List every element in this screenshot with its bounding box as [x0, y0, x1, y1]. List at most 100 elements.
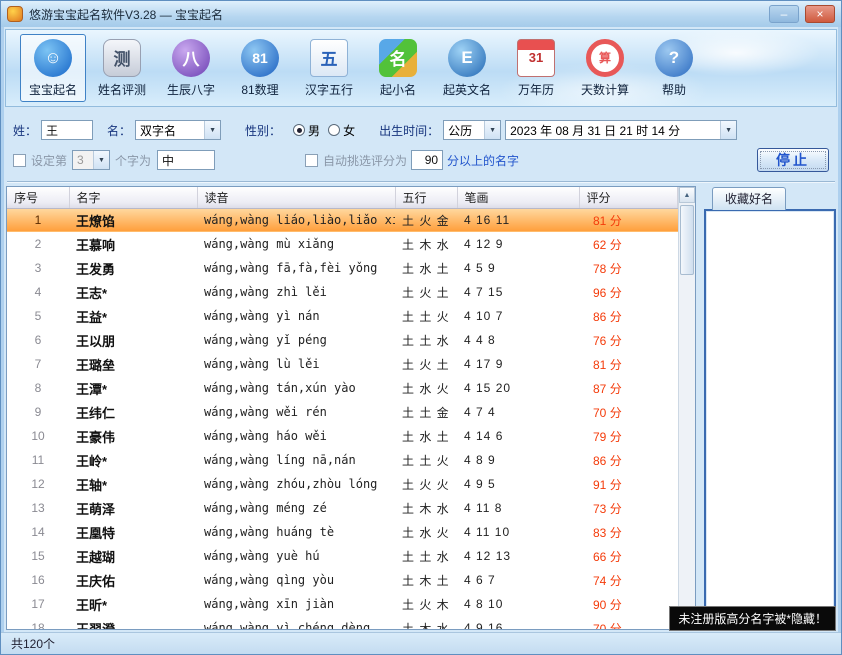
chevron-down-icon[interactable]: ▼	[484, 121, 500, 139]
row-score: 70 分	[579, 400, 678, 424]
table-row[interactable]: 3 王发勇 wáng,wàng fā,fà,fèi yǒng 土 水 土 4 5…	[7, 256, 678, 280]
table-row[interactable]: 6 王以朋 wáng,wàng yǐ péng 土 土 水 4 4 8 76 分	[7, 328, 678, 352]
toolbar-item-label: 起英文名	[443, 81, 491, 98]
close-button[interactable]: ×	[805, 5, 835, 23]
table-row[interactable]: 2 王慕响 wáng,wàng mù xiǎng 土 木 水 4 12 9 62…	[7, 232, 678, 256]
numerology-81-icon: 81	[241, 39, 279, 77]
table-row[interactable]: 18 王羿澄 wáng,wàng yì chéng,dèng 土 木 水 4 9…	[7, 616, 678, 629]
header-wuxing[interactable]: 五行	[395, 187, 457, 208]
row-name: 王昕*	[69, 592, 197, 616]
title-bar[interactable]: 悠游宝宝起名软件V3.28 — 宝宝起名 – ×	[1, 1, 841, 27]
female-label: 女	[343, 122, 355, 139]
row-index: 12	[7, 472, 69, 496]
row-name: 王豪伟	[69, 424, 197, 448]
row-name: 王以朋	[69, 328, 197, 352]
row-wuxing: 土 水 火	[395, 520, 457, 544]
chevron-down-icon[interactable]: ▼	[93, 151, 109, 169]
toolbar-item-9[interactable]: 算 天数计算	[572, 34, 638, 102]
row-pinyin: wáng,wàng yǐ péng	[197, 328, 395, 352]
row-name: 王益*	[69, 304, 197, 328]
row-wuxing: 土 火 火	[395, 472, 457, 496]
vertical-scrollbar[interactable]: ▲ ▼	[678, 187, 695, 629]
female-radio[interactable]	[328, 124, 340, 136]
row-name: 王羿澄	[69, 616, 197, 629]
chevron-down-icon[interactable]: ▼	[720, 121, 736, 139]
table-row[interactable]: 8 王潭* wáng,wàng tán,xún yào 土 水 火 4 15 2…	[7, 376, 678, 400]
results-table-container: 序号 名字 读音 五行 笔画 评分 1 王燎馅 wáng,wàng liáo,l…	[6, 186, 696, 630]
stop-button[interactable]: 停止	[757, 148, 829, 172]
row-name: 王纬仁	[69, 400, 197, 424]
auto-pick-suffix-label: 分以上的名字	[447, 152, 519, 169]
row-strokes: 4 8 10	[457, 592, 579, 616]
surname-input[interactable]: 王	[41, 120, 93, 140]
header-index[interactable]: 序号	[7, 187, 69, 208]
row-strokes: 4 14 6	[457, 424, 579, 448]
toolbar-item-label: 姓名评测	[98, 81, 146, 98]
row-score: 86 分	[579, 448, 678, 472]
header-pinyin[interactable]: 读音	[197, 187, 395, 208]
row-index: 4	[7, 280, 69, 304]
table-row[interactable]: 1 王燎馅 wáng,wàng liáo,liào,liǎo xiàn 土 火 …	[7, 208, 678, 232]
table-row[interactable]: 7 王璐垒 wáng,wàng lù lěi 土 火 土 4 17 9 81 分	[7, 352, 678, 376]
male-radio[interactable]	[293, 124, 305, 136]
birth-datetime-select[interactable]: 2023 年 08 月 31 日 21 时 14 分 ▼	[505, 120, 737, 140]
row-index: 18	[7, 616, 69, 629]
toolbar-item-8[interactable]: 31 万年历	[503, 34, 569, 102]
row-score: 62 分	[579, 232, 678, 256]
table-row[interactable]: 16 王庆佑 wáng,wàng qìng yòu 土 木 土 4 6 7 74…	[7, 568, 678, 592]
total-count-label: 共120个	[11, 635, 55, 652]
unregistered-tooltip: 未注册版高分名字被*隐藏！	[669, 606, 836, 631]
chevron-down-icon[interactable]: ▼	[204, 121, 220, 139]
toolbar-item-6[interactable]: 名 起小名	[365, 34, 431, 102]
row-wuxing: 土 土 火	[395, 448, 457, 472]
table-row[interactable]: 11 王岭* wáng,wàng líng nā,nán 土 土 火 4 8 9…	[7, 448, 678, 472]
auto-pick-checkbox[interactable]	[305, 154, 318, 167]
header-name[interactable]: 名字	[69, 187, 197, 208]
row-index: 7	[7, 352, 69, 376]
row-index: 14	[7, 520, 69, 544]
form-panel: 姓： 王 名： 双字名 ▼ 性别： 男 女 出生时间： 公历 ▼ 2023 年 …	[1, 107, 841, 179]
row-pinyin: wáng,wàng zhóu,zhòu lóng	[197, 472, 395, 496]
row-name: 王萌泽	[69, 496, 197, 520]
table-row[interactable]: 10 王豪伟 wáng,wàng háo wěi 土 水 土 4 14 6 79…	[7, 424, 678, 448]
favorites-list[interactable]	[704, 209, 836, 630]
toolbar-item-10[interactable]: ? 帮助	[641, 34, 707, 102]
auto-score-input[interactable]: 90	[411, 150, 443, 170]
row-wuxing: 土 土 水	[395, 544, 457, 568]
fix-pos-select[interactable]: 3 ▼	[72, 150, 110, 170]
row-wuxing: 土 木 水	[395, 232, 457, 256]
bazi-icon: 八	[172, 39, 210, 77]
table-row[interactable]: 5 王益* wáng,wàng yì nán 土 土 火 4 10 7 86 分	[7, 304, 678, 328]
table-row[interactable]: 17 王昕* wáng,wàng xīn jiàn 土 火 木 4 8 10 9…	[7, 592, 678, 616]
calendar-type-value: 公历	[444, 122, 484, 139]
scrollbar-thumb[interactable]	[680, 205, 694, 275]
scroll-up-icon[interactable]: ▲	[679, 187, 695, 203]
table-row[interactable]: 14 王凰特 wáng,wàng huáng tè 土 水 火 4 11 10 …	[7, 520, 678, 544]
table-row[interactable]: 13 王萌泽 wáng,wàng méng zé 土 木 水 4 11 8 73…	[7, 496, 678, 520]
row-score: 91 分	[579, 472, 678, 496]
minimize-button[interactable]: –	[769, 5, 799, 23]
row-index: 9	[7, 400, 69, 424]
row-index: 3	[7, 256, 69, 280]
scrollbar-track[interactable]	[679, 203, 695, 613]
fix-char-checkbox[interactable]	[13, 154, 26, 167]
birth-time-label: 出生时间：	[379, 122, 439, 139]
table-row[interactable]: 15 王越瑚 wáng,wàng yuè hú 土 土 水 4 12 13 66…	[7, 544, 678, 568]
form-row-2: 设定第 3 ▼ 个字为 中 自动挑选评分为 90 分以上的名字 停止	[13, 145, 829, 175]
row-index: 2	[7, 232, 69, 256]
toolbar-item-1[interactable]: ☺ 宝宝起名	[20, 34, 86, 102]
toolbar-item-3[interactable]: 八 生辰八字	[158, 34, 224, 102]
header-strokes[interactable]: 笔画	[457, 187, 579, 208]
fix-char-input[interactable]: 中	[157, 150, 215, 170]
toolbar-item-7[interactable]: E 起英文名	[434, 34, 500, 102]
table-row[interactable]: 12 王轴* wáng,wàng zhóu,zhòu lóng 土 火 火 4 …	[7, 472, 678, 496]
name-type-select[interactable]: 双字名 ▼	[135, 120, 221, 140]
table-row[interactable]: 9 王纬仁 wáng,wàng wěi rén 土 土 金 4 7 4 70 分	[7, 400, 678, 424]
calendar-type-select[interactable]: 公历 ▼	[443, 120, 501, 140]
favorites-tab[interactable]: 收藏好名	[712, 187, 786, 210]
toolbar-item-2[interactable]: 测 姓名评测	[89, 34, 155, 102]
toolbar-item-5[interactable]: 五 汉字五行	[296, 34, 362, 102]
table-row[interactable]: 4 王志* wáng,wàng zhì lěi 土 火 土 4 7 15 96 …	[7, 280, 678, 304]
header-score[interactable]: 评分	[579, 187, 678, 208]
toolbar-item-4[interactable]: 81 81数理	[227, 34, 293, 102]
